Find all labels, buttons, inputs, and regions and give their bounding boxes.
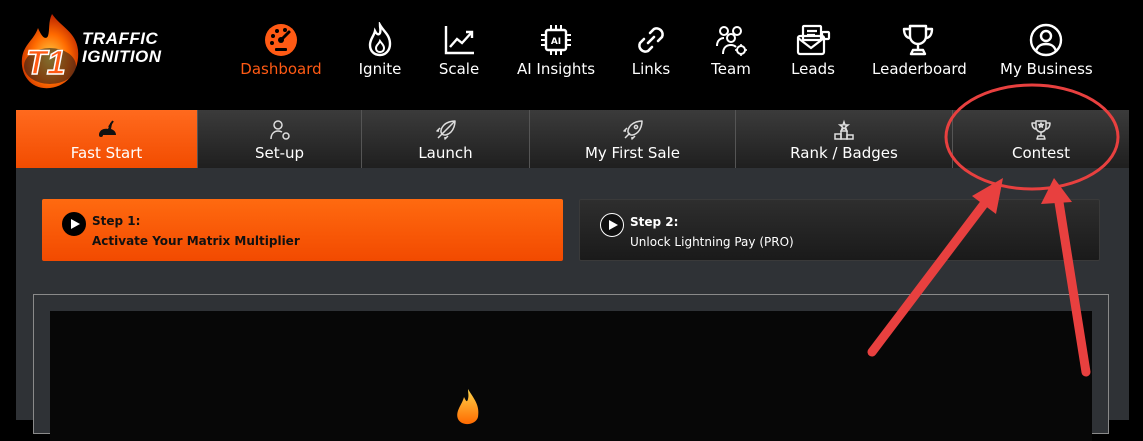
brand-logo[interactable]: T1 TRAFFIC IGNITION [12, 10, 172, 94]
rabbit-icon [98, 120, 116, 137]
user-circle-icon [1029, 23, 1063, 57]
tab-fast-start[interactable]: Fast Start [16, 110, 198, 168]
link-icon [638, 27, 664, 53]
video-player[interactable] [50, 311, 1092, 441]
dashboard-gauge-icon [265, 24, 297, 56]
logo-badge: T1 [26, 44, 66, 82]
tab-label: Fast Start [70, 144, 143, 162]
tab-set-up[interactable]: Set-up [198, 110, 362, 168]
ai-chip-icon: AI [541, 25, 571, 55]
logo-text: TRAFFIC IGNITION [82, 30, 162, 66]
play-icon [62, 212, 86, 236]
nav-leads[interactable]: Leads [788, 22, 838, 92]
step-title: Step 2: [630, 215, 679, 229]
nav-ignite[interactable]: Ignite [352, 22, 408, 92]
nav-label: Links [631, 60, 671, 78]
tab-label: Launch [418, 144, 473, 162]
nav-label: Leads [791, 60, 835, 78]
nav-label: Scale [438, 60, 480, 78]
step-text: Activate Your Matrix Multiplier [92, 234, 300, 248]
step-title: Step 1: [92, 214, 141, 228]
nav-label: Leaderboard [872, 60, 967, 78]
top-navigation: T1 TRAFFIC IGNITION Dashboard Ignite Sca… [0, 0, 1143, 110]
mail-icon [796, 24, 831, 56]
tab-label: Rank / Badges [790, 144, 898, 162]
nav-label: AI Insights [516, 60, 596, 78]
tab-launch[interactable]: Launch [362, 110, 530, 168]
nav-my-business[interactable]: My Business [1000, 22, 1093, 92]
step-1-button[interactable]: Step 1: Activate Your Matrix Multiplier [42, 199, 563, 261]
nav-dashboard[interactable]: Dashboard [238, 22, 324, 92]
nav-leaderboard[interactable]: Leaderboard [872, 22, 967, 92]
nav-label: Team [711, 60, 751, 78]
nav-label: My Business [1000, 60, 1093, 78]
trophy-icon [902, 24, 934, 56]
play-icon [600, 213, 624, 237]
trophy-icon [1031, 120, 1051, 140]
video-flame-icon [457, 389, 479, 425]
step-text: Unlock Lightning Pay (PRO) [630, 235, 794, 249]
tab-label: Contest [1012, 144, 1070, 162]
sub-tabs: Fast Start Set-up Launch My First Sale R… [16, 110, 1129, 168]
nav-label: Ignite [358, 60, 402, 78]
podium-icon [834, 119, 854, 140]
rocket-icon [622, 120, 643, 140]
rocket-icon [435, 120, 456, 140]
logo-line1: TRAFFIC [82, 29, 159, 48]
video-frame [33, 294, 1109, 441]
tab-my-first-sale[interactable]: My First Sale [530, 110, 736, 168]
nav-label: Dashboard [240, 60, 322, 78]
chart-line-icon [444, 26, 474, 55]
team-icon [716, 26, 747, 56]
nav-links[interactable]: Links [626, 22, 676, 92]
step-2-button[interactable]: Step 2: Unlock Lightning Pay (PRO) [579, 199, 1100, 261]
nav-scale[interactable]: Scale [432, 22, 486, 92]
svg-text:AI: AI [551, 37, 561, 47]
logo-line2: IGNITION [82, 47, 162, 66]
nav-team[interactable]: Team [706, 22, 756, 92]
fast-start-panel: Step 1: Activate Your Matrix Multiplier … [16, 168, 1129, 441]
tab-rank-badges[interactable]: Rank / Badges [736, 110, 953, 168]
tab-label: My First Sale [584, 144, 681, 162]
logo-flame-icon: T1 [21, 14, 79, 89]
tab-contest[interactable]: Contest [953, 110, 1129, 168]
flame-icon [368, 22, 392, 57]
user-gear-icon [269, 120, 290, 140]
nav-ai-insights[interactable]: AI AI Insights [514, 22, 598, 92]
tab-label: Set-up [254, 144, 305, 162]
